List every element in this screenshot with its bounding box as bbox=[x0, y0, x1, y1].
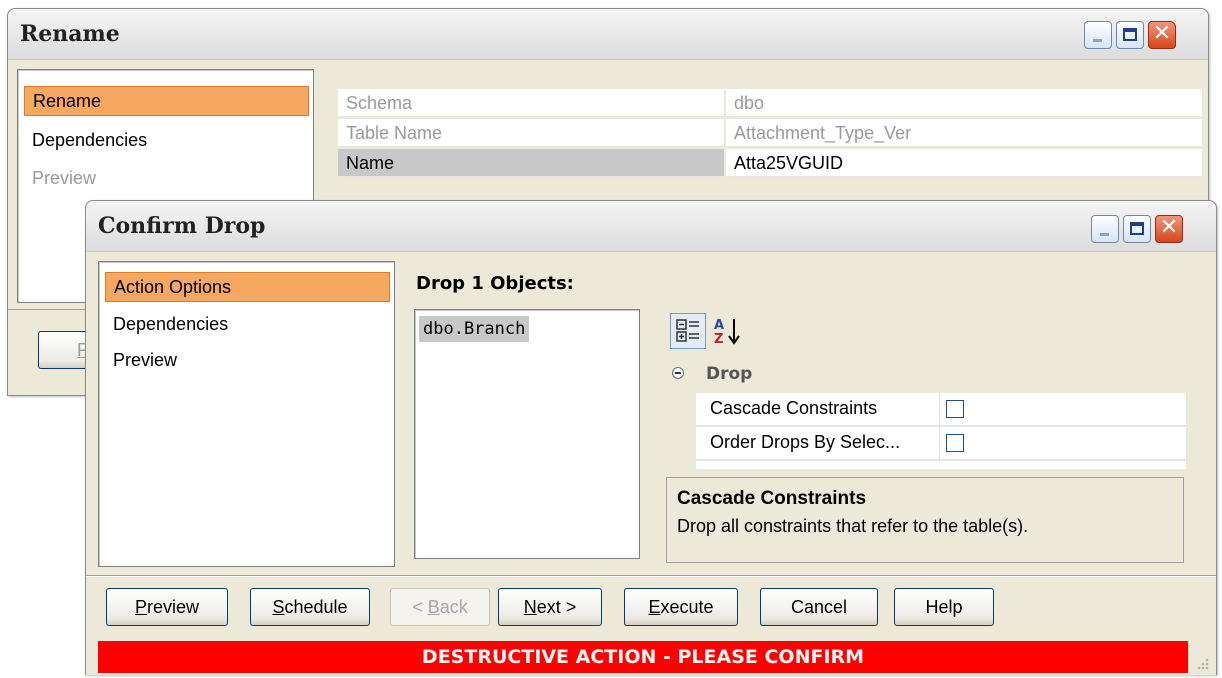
minimize-icon[interactable] bbox=[1084, 21, 1112, 49]
close-icon[interactable]: ✕ bbox=[1148, 21, 1176, 49]
grid-label: Schema bbox=[338, 89, 724, 117]
property-toolbar: A Z bbox=[666, 309, 786, 351]
nav-item-preview[interactable]: Preview bbox=[105, 346, 390, 374]
nav-item-label: Action Options bbox=[114, 277, 232, 297]
rename-window-title: Rename bbox=[20, 21, 120, 47]
warning-text: DESTRUCTIVE ACTION - PLEASE CONFIRM bbox=[421, 646, 865, 668]
button-bar-divider bbox=[86, 575, 1216, 576]
nav-item-label: Rename bbox=[33, 91, 102, 111]
svg-text:A: A bbox=[714, 318, 724, 333]
confirm-drop-title: Confirm Drop bbox=[98, 213, 266, 239]
confirm-drop-titlebar[interactable]: Confirm Drop ✕ bbox=[86, 201, 1216, 252]
nav-item-action-options[interactable]: Action Options bbox=[105, 272, 390, 302]
description-title: Cascade Constraints bbox=[677, 488, 867, 509]
order-drops-checkbox[interactable] bbox=[946, 434, 964, 452]
button-accelerator: B bbox=[427, 597, 440, 617]
property-divider bbox=[939, 427, 940, 459]
destructive-warning-bar: DESTRUCTIVE ACTION - PLEASE CONFIRM bbox=[98, 641, 1188, 673]
rename-bottom-divider bbox=[8, 309, 88, 310]
button-label: review bbox=[147, 597, 200, 617]
resize-grip-icon[interactable] bbox=[1192, 655, 1210, 673]
grid-label: Name bbox=[338, 149, 724, 177]
close-icon[interactable]: ✕ bbox=[1155, 215, 1183, 243]
help-button[interactable]: Help bbox=[894, 588, 994, 626]
grid-value: Attachment_Type_Ver bbox=[726, 119, 1202, 147]
button-accelerator: E bbox=[648, 597, 661, 617]
nav-item-dependencies[interactable]: Dependencies bbox=[24, 126, 309, 154]
property-description-pane: Cascade Constraints Drop all constraints… bbox=[666, 477, 1184, 563]
list-item[interactable]: dbo.Branch bbox=[419, 316, 530, 342]
button-label: xecute bbox=[660, 597, 714, 617]
rename-property-grid: Schema dbo Table Name Attachment_Type_Ve… bbox=[338, 89, 1202, 185]
minimize-icon[interactable] bbox=[1091, 215, 1119, 243]
schedule-button[interactable]: Schedule bbox=[250, 588, 370, 626]
nav-item-preview[interactable]: Preview bbox=[24, 164, 309, 192]
button-accelerator: N bbox=[523, 597, 537, 617]
svg-text:Z: Z bbox=[714, 332, 723, 347]
grid-label: Table Name bbox=[338, 119, 724, 147]
rename-titlebar[interactable]: Rename ✕ bbox=[8, 9, 1208, 60]
nav-item-label: Dependencies bbox=[32, 130, 148, 150]
list-item-label: dbo.Branch bbox=[423, 319, 526, 339]
button-label: ext > bbox=[536, 597, 577, 617]
categorized-sort-icon[interactable] bbox=[670, 313, 706, 349]
property-label: Cascade Constraints bbox=[710, 398, 878, 418]
cascade-constraints-checkbox[interactable] bbox=[946, 400, 964, 418]
drop-object-list[interactable]: dbo.Branch bbox=[414, 309, 640, 559]
nav-item-rename[interactable]: Rename bbox=[24, 86, 309, 116]
grid-row-schema: Schema dbo bbox=[338, 89, 1202, 117]
nav-item-label: Dependencies bbox=[113, 314, 229, 334]
alphabetical-sort-icon[interactable]: A Z bbox=[710, 313, 746, 349]
button-accelerator: S bbox=[272, 597, 285, 617]
preview-button[interactable]: Preview bbox=[106, 588, 228, 626]
property-row-order-drops: Order Drops By Selec... bbox=[696, 427, 1186, 460]
property-divider bbox=[939, 393, 940, 425]
nav-item-label: Preview bbox=[113, 350, 178, 370]
property-label: Order Drops By Selec... bbox=[710, 432, 901, 452]
cancel-button[interactable]: Cancel bbox=[760, 588, 878, 626]
collapse-icon[interactable] bbox=[672, 367, 684, 379]
next-button[interactable]: Next > bbox=[498, 588, 602, 626]
execute-button[interactable]: Execute bbox=[624, 588, 738, 626]
button-accelerator: P bbox=[134, 597, 147, 617]
grid-row-table-name: Table Name Attachment_Type_Ver bbox=[338, 119, 1202, 147]
drop-category-row[interactable]: Drop bbox=[666, 359, 1186, 389]
property-row-cascade: Cascade Constraints bbox=[696, 393, 1186, 426]
back-button[interactable]: < Back bbox=[390, 588, 490, 626]
nav-item-label: Preview bbox=[32, 168, 97, 188]
category-label: Drop bbox=[706, 364, 753, 384]
description-text: Drop all constraints that refer to the t… bbox=[677, 516, 1029, 536]
button-label: < bbox=[412, 597, 428, 617]
maximize-icon[interactable] bbox=[1116, 21, 1144, 49]
grid-value: dbo bbox=[726, 89, 1202, 117]
button-label: ack bbox=[439, 597, 468, 617]
button-label: Cancel bbox=[790, 597, 848, 617]
property-row-empty bbox=[696, 461, 1186, 469]
confirm-drop-window: Confirm Drop ✕ Action Options Dependenci… bbox=[85, 200, 1217, 675]
nav-item-dependencies[interactable]: Dependencies bbox=[105, 310, 390, 338]
maximize-icon[interactable] bbox=[1123, 215, 1151, 243]
confirm-nav-panel: Action Options Dependencies Preview bbox=[98, 261, 395, 567]
button-label: Help bbox=[925, 597, 963, 617]
name-value-field[interactable]: Atta25VGUID bbox=[726, 149, 1202, 177]
property-grid: A Z Drop Cascade Constraints Order Drops… bbox=[666, 309, 1186, 567]
drop-objects-heading: Drop 1 Objects: bbox=[416, 273, 574, 294]
grid-row-name[interactable]: Name Atta25VGUID bbox=[338, 149, 1202, 177]
button-label: chedule bbox=[284, 597, 348, 617]
